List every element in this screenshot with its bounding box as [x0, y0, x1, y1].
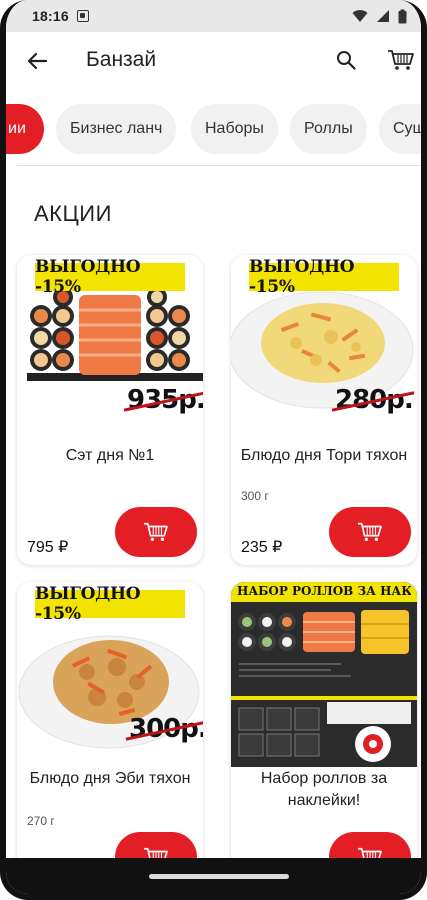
- notification-icon: [76, 10, 89, 22]
- product-weight: 300 г: [241, 489, 269, 503]
- status-icons: [352, 9, 407, 24]
- category-chip-promo[interactable]: ии: [6, 104, 44, 154]
- chip-label: Наборы: [205, 120, 264, 137]
- old-price: 280р.: [335, 385, 414, 415]
- category-chip-sushi[interactable]: Суш: [379, 104, 426, 154]
- battery-icon: [398, 9, 407, 23]
- product-card[interactable]: ВЫГОДНО -15% 280р. Блюдо дня Тори тяхон …: [231, 255, 417, 565]
- add-to-cart-button[interactable]: [329, 507, 411, 557]
- category-tabs: ии Бизнес ланч Наборы Роллы Суш: [6, 104, 426, 156]
- system-nav-bar: [6, 858, 421, 894]
- cart-icon: [388, 50, 414, 70]
- promo-label: ВЫГОДНО -15%: [35, 257, 185, 297]
- product-price: 795 ₽: [27, 539, 69, 556]
- add-to-cart-button[interactable]: [115, 507, 197, 557]
- product-name: Блюдо дня Эби тяхон: [29, 770, 191, 787]
- promo-label: НАБОР РОЛЛОВ ЗА НАКЛЕЙКИ: [237, 584, 411, 598]
- old-price: 300р.: [129, 714, 203, 744]
- category-chip-sets[interactable]: Наборы: [191, 104, 278, 154]
- old-price: 935р.: [127, 385, 203, 415]
- product-image: ВЫГОДНО -15% 935р.: [17, 255, 203, 420]
- search-button[interactable]: [330, 44, 362, 76]
- back-button[interactable]: [22, 46, 52, 76]
- category-chip-rolls[interactable]: Роллы: [290, 104, 367, 154]
- promo-label: ВЫГОДНО -15%: [35, 584, 185, 624]
- product-name: Набор роллов за наклейки!: [260, 770, 388, 809]
- cart-icon: [144, 522, 168, 541]
- product-image: ВЫГОДНО -15% 280р.: [231, 255, 417, 420]
- cart-icon: [358, 522, 382, 541]
- chip-label: ии: [8, 120, 26, 137]
- chip-label: Суш: [393, 120, 426, 137]
- promo-label: ВЫГОДНО -15%: [249, 257, 399, 297]
- app-bar: Банзай: [6, 32, 421, 90]
- product-name: Сэт дня №1: [65, 447, 155, 464]
- chip-label: Роллы: [304, 120, 353, 137]
- product-image: НАБОР РОЛЛОВ ЗА НАКЛЕЙКИ: [231, 582, 417, 767]
- status-bar: 18:16: [6, 0, 421, 32]
- divider: [16, 165, 421, 166]
- signal-icon: [377, 10, 389, 22]
- category-chip-business-lunch[interactable]: Бизнес ланч: [56, 104, 177, 154]
- product-card[interactable]: ВЫГОДНО -15% 300р. Блюдо дня Эби тяхон 2…: [17, 582, 203, 882]
- product-price: 235 ₽: [241, 539, 283, 556]
- product-card[interactable]: ВЫГОДНО -15% 935р. Сэт дня №1 795 ₽: [17, 255, 203, 565]
- arrow-left-icon: [27, 52, 47, 70]
- home-gesture-bar[interactable]: [149, 874, 289, 879]
- chip-label: Бизнес ланч: [70, 120, 163, 137]
- page-title: Банзай: [86, 48, 157, 71]
- status-time: 18:16: [32, 8, 69, 24]
- product-image: ВЫГОДНО -15% 300р.: [17, 582, 203, 757]
- search-icon: [337, 51, 356, 70]
- cart-button[interactable]: [384, 44, 418, 76]
- section-title: АКЦИИ: [34, 201, 112, 226]
- product-card[interactable]: НАБОР РОЛЛОВ ЗА НАКЛЕЙКИ Набор роллов за…: [231, 582, 417, 882]
- wifi-icon: [352, 10, 368, 22]
- sticker-rolls-promo-image: [231, 582, 417, 767]
- product-name: Блюдо дня Тори тяхон: [240, 447, 408, 464]
- phone-screen: 18:16 Банзай ии Бизнес ланч Наборы Роллы…: [0, 0, 427, 900]
- product-weight: 270 г: [27, 814, 55, 828]
